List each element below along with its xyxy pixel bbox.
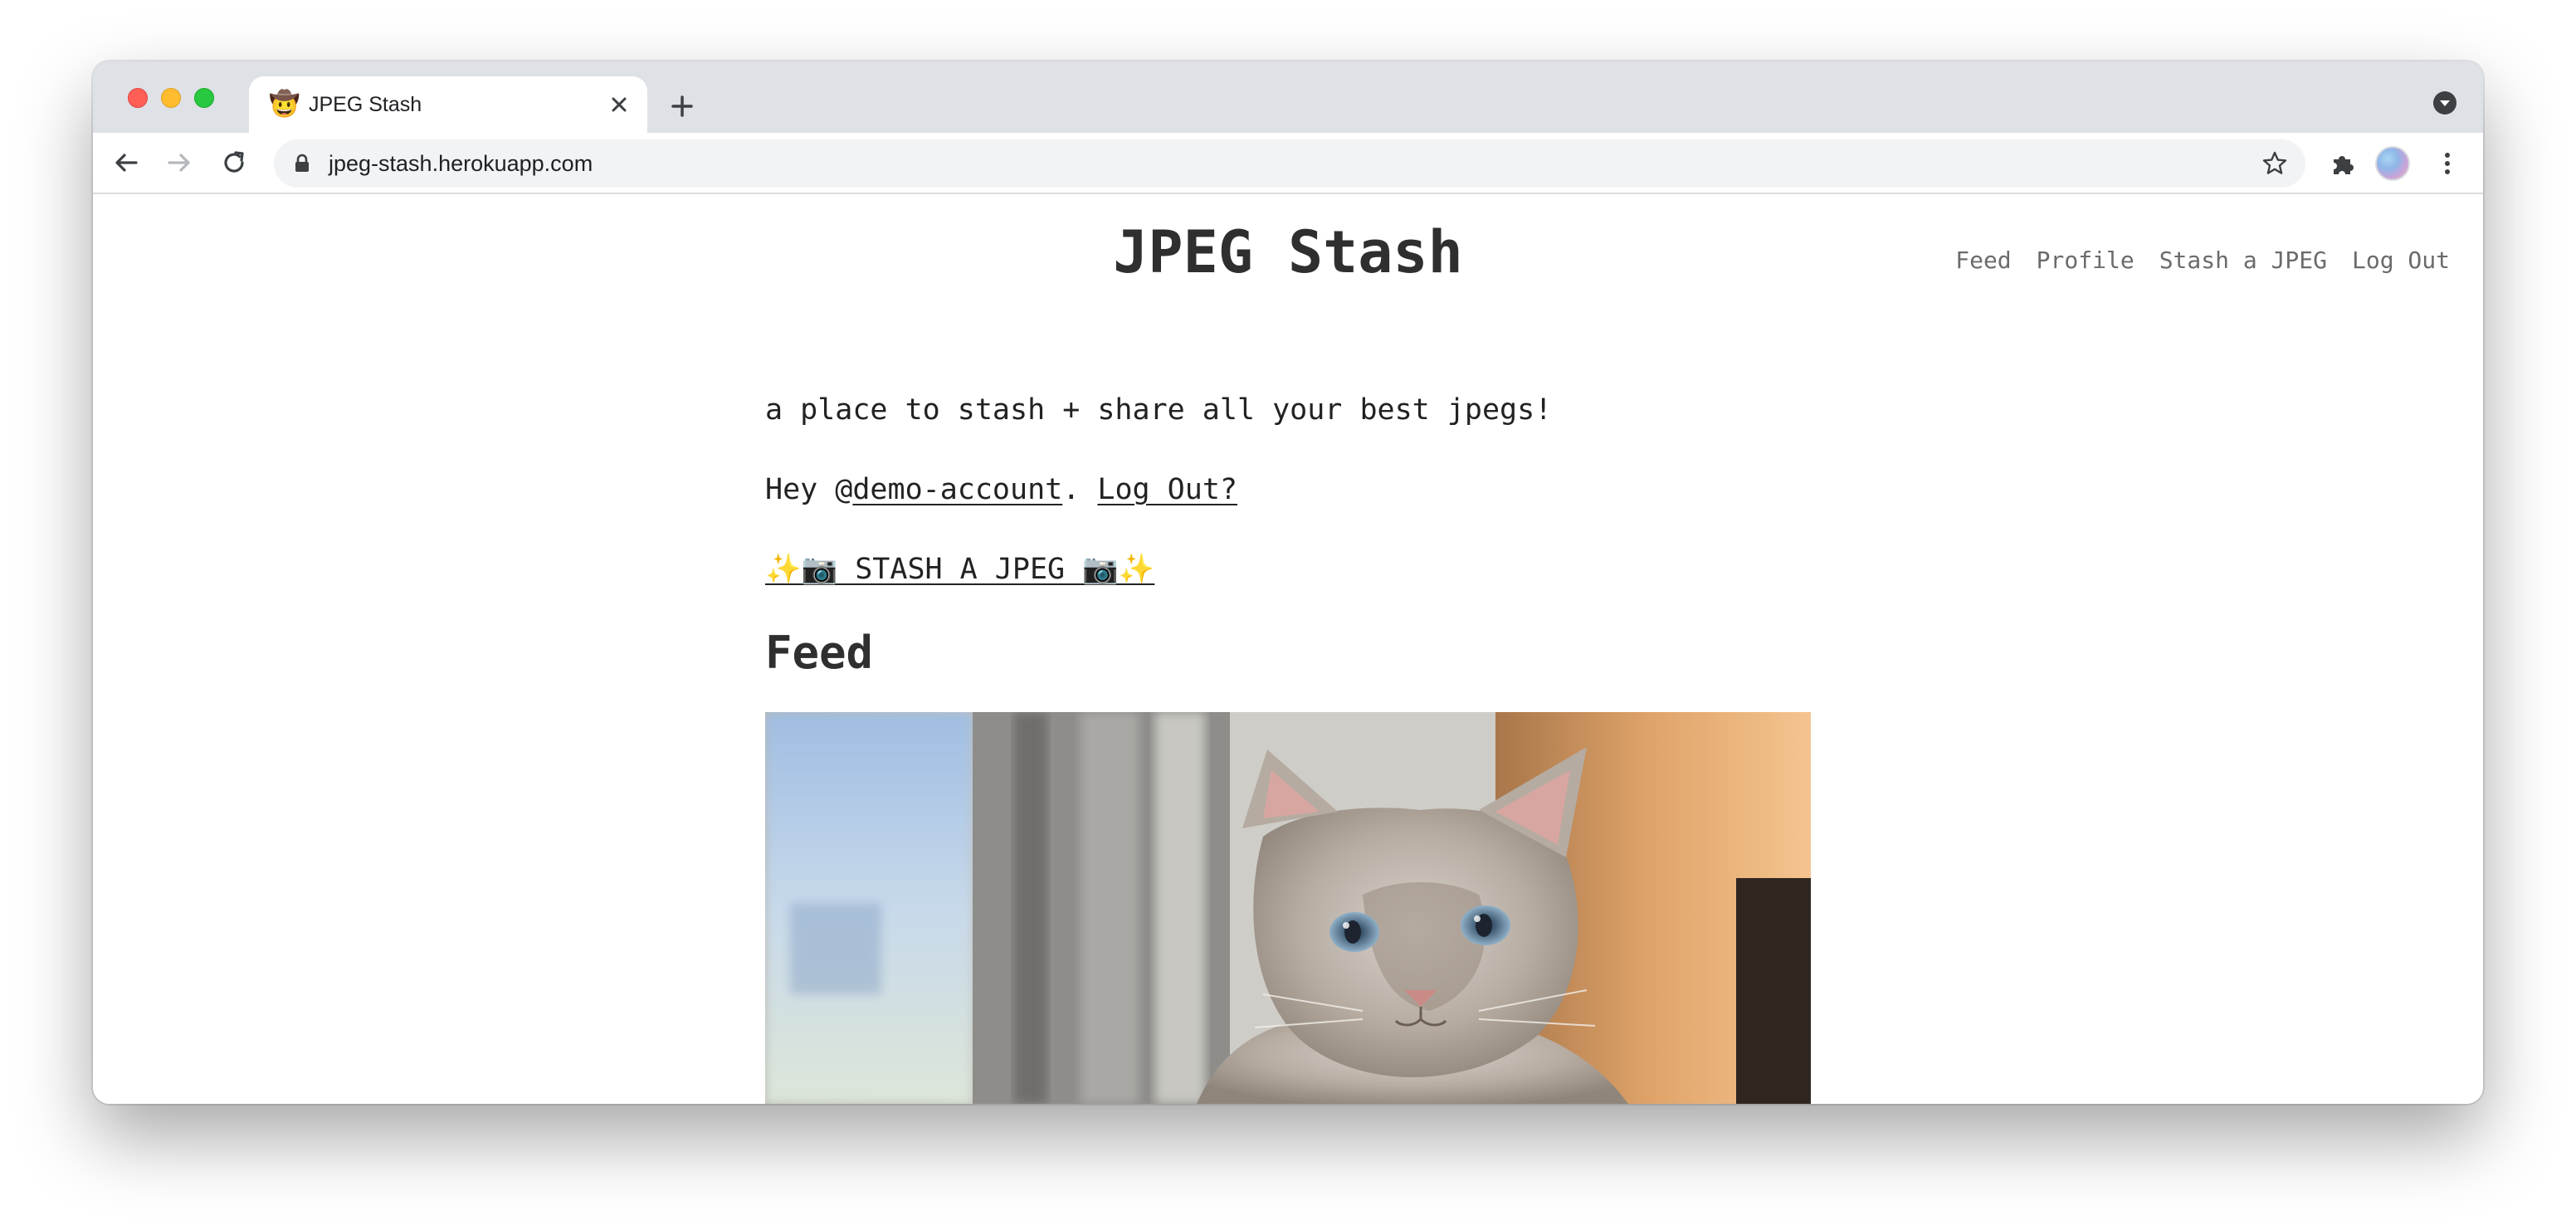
username-link[interactable]: demo-account — [852, 473, 1062, 506]
main-content: a place to stash + share all your best j… — [765, 390, 1844, 682]
web-page: JPEG Stash Feed Profile Stash a JPEG Log… — [93, 194, 2483, 1104]
greeting-separator: . — [1062, 473, 1098, 506]
nav-link-stash-a-jpeg[interactable]: Stash a JPEG — [2159, 244, 2327, 277]
reload-icon[interactable] — [217, 146, 251, 179]
feed-photo-cat[interactable] — [765, 712, 1811, 1104]
tab-strip: 🤠 JPEG Stash — [93, 61, 2483, 133]
nav-link-feed[interactable]: Feed — [1955, 244, 2011, 277]
close-window-button[interactable] — [128, 88, 148, 108]
cat-photo-image — [765, 712, 1811, 1104]
tab-jpeg-stash[interactable]: 🤠 JPEG Stash — [249, 76, 647, 133]
greeting: Hey @demo-account. Log Out? — [765, 470, 1844, 510]
browser-toolbar: jpeg-stash.herokuapp.com — [93, 133, 2483, 194]
browser-window: 🤠 JPEG Stash jpeg-stash.herokuapp.com JP… — [93, 61, 2483, 1104]
back-icon[interactable] — [110, 146, 143, 179]
tagline: a place to stash + share all your best j… — [765, 393, 1553, 427]
site-nav: Feed Profile Stash a JPEG Log Out — [1955, 244, 2450, 277]
star-icon[interactable] — [2261, 149, 2289, 178]
cowboy-favicon-icon: 🤠 — [269, 90, 300, 119]
extensions-icon[interactable] — [2329, 149, 2357, 178]
logout-link[interactable]: Log Out? — [1097, 473, 1237, 506]
lock-icon[interactable] — [292, 154, 312, 173]
feed-heading: Feed — [765, 627, 874, 679]
url-text[interactable]: jpeg-stash.herokuapp.com — [329, 151, 593, 176]
close-icon[interactable] — [606, 91, 632, 118]
tab-search-icon[interactable] — [2432, 90, 2458, 116]
nav-link-profile[interactable]: Profile — [2037, 244, 2134, 277]
stash-a-jpeg-link[interactable]: ✨📷 STASH A JPEG 📷✨ — [765, 549, 1154, 589]
menu-icon[interactable] — [2433, 149, 2461, 178]
forward-icon[interactable] — [163, 146, 196, 179]
tab-title: JPEG Stash — [309, 93, 422, 116]
address-bar[interactable]: jpeg-stash.herokuapp.com — [274, 139, 2305, 188]
profile-avatar[interactable] — [2375, 146, 2410, 181]
nav-link-log-out[interactable]: Log Out — [2352, 244, 2450, 277]
maximize-window-button[interactable] — [194, 88, 214, 108]
greeting-prefix: Hey @ — [765, 473, 853, 506]
plus-icon[interactable] — [666, 90, 699, 123]
minimize-window-button[interactable] — [161, 88, 181, 108]
